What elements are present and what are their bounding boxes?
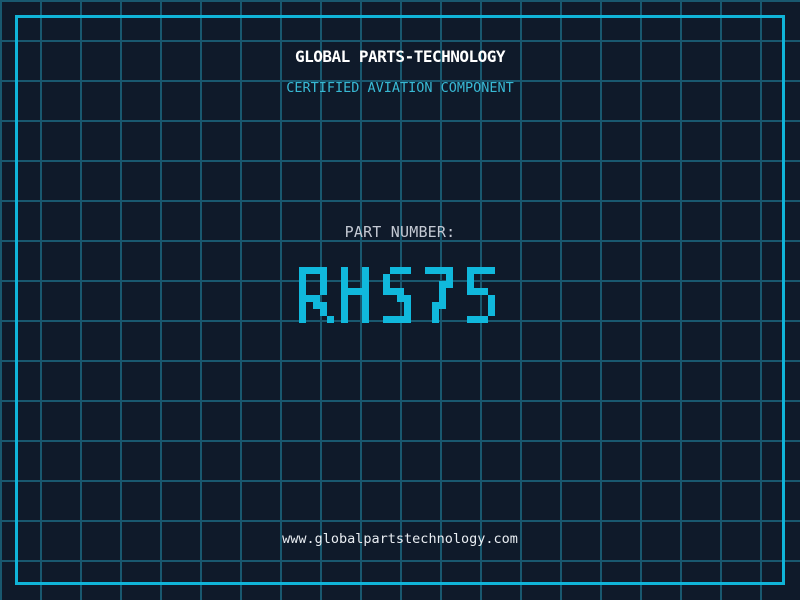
part-number-value [0, 260, 800, 344]
part-number-label: PART NUMBER: [344, 223, 456, 241]
website-url: www.globalpartstechnology.com [282, 531, 518, 547]
company-name: GLOBAL PARTS-TECHNOLOGY [294, 47, 506, 66]
certificate-screen: GLOBAL PARTS-TECHNOLOGY CERTIFIED AVIATI… [0, 0, 800, 600]
certification-subtitle: CERTIFIED AVIATION COMPONENT [286, 80, 514, 96]
